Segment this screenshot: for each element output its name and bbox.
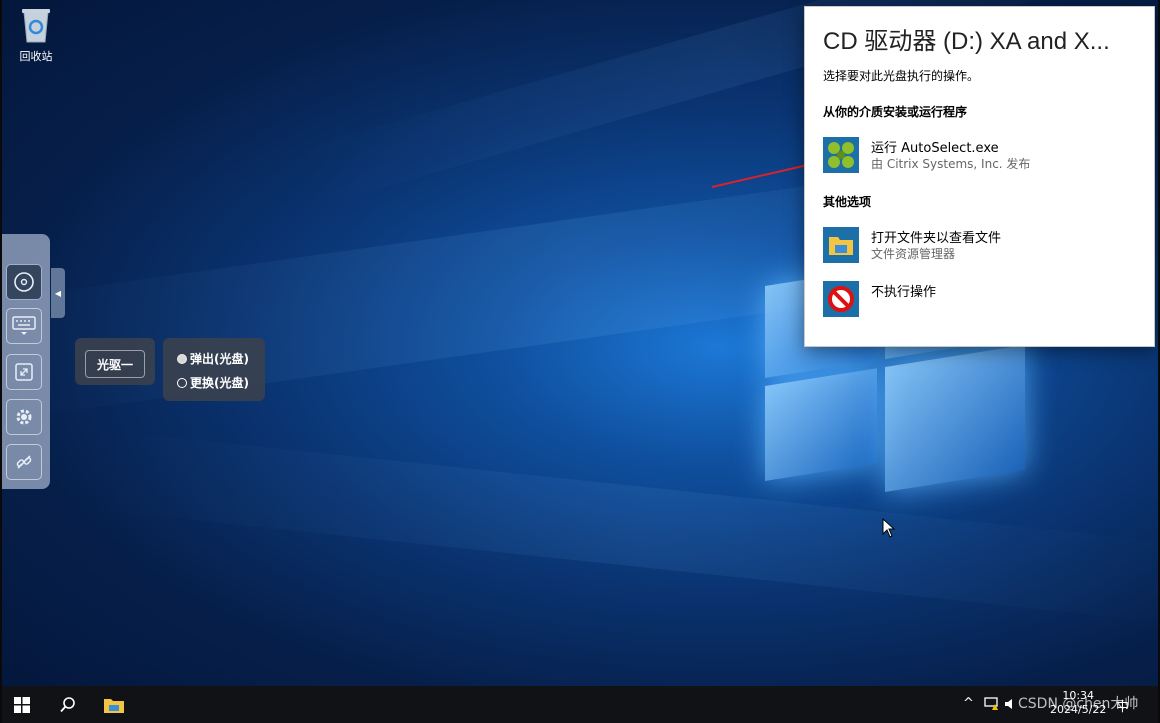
side-toolbar (0, 234, 50, 489)
autoplay-title: CD 驱动器 (D:) XA and X... (823, 28, 1110, 55)
no-action-option[interactable]: 不执行操作 (823, 281, 1143, 321)
disconnect-button[interactable] (6, 444, 42, 480)
tray-overflow-chevron-icon[interactable]: ^ (963, 696, 974, 711)
section-other-heading: 其他选项 (823, 195, 872, 209)
chevron-left-icon: ◀ (54, 288, 62, 298)
no-action-label: 不执行操作 (871, 285, 937, 300)
disc-icon (14, 272, 34, 292)
radio-replace[interactable] (177, 377, 187, 388)
file-explorer-button[interactable] (92, 686, 136, 723)
csdn-watermark: CSDN @chen大帅 (1018, 696, 1139, 712)
citrix-app-icon (823, 137, 859, 173)
section-install-heading: 从你的介质安装或运行程序 (823, 105, 968, 119)
drive-actions-panel: 弹出(光盘) 更换(光盘) (163, 338, 265, 401)
folder-icon (104, 698, 124, 713)
replace-disc-option[interactable]: 更换(光盘) (177, 374, 249, 391)
volume-icon[interactable] (1004, 697, 1018, 711)
taskbar: ^ 10:34 2024/5/22 中 (0, 686, 1160, 723)
settings-button[interactable] (6, 399, 42, 435)
run-autoselect-option[interactable]: 运行 AutoSelect.exe 由 Citrix Systems, Inc.… (823, 137, 1143, 177)
run-autoselect-publisher: 由 Citrix Systems, Inc. 发布 (871, 157, 1031, 171)
run-autoselect-label: 运行 AutoSelect.exe (871, 141, 999, 156)
search-icon (60, 696, 75, 712)
cd-drive-button[interactable] (6, 264, 42, 300)
autoplay-dialog: CD 驱动器 (D:) XA and X... 选择要对此光盘执行的操作。 从你… (804, 6, 1155, 347)
broken-link-icon (16, 455, 32, 469)
keyboard-button[interactable] (6, 308, 42, 344)
autoplay-subtitle: 选择要对此光盘执行的操作。 (823, 69, 980, 83)
replace-disc-label: 更换(光盘) (190, 376, 249, 390)
gear-icon (16, 409, 32, 425)
drive-selector-panel: 光驱一 (75, 338, 155, 385)
network-warning-icon[interactable] (984, 697, 1000, 711)
open-folder-sub: 文件资源管理器 (871, 247, 956, 261)
recycle-bin[interactable]: 回收站 (12, 6, 60, 64)
expand-icon (15, 363, 33, 381)
eject-disc-label: 弹出(光盘) (190, 352, 249, 366)
search-button[interactable] (46, 686, 90, 723)
recycle-bin-label: 回收站 (19, 50, 53, 63)
recycle-bin-icon (20, 6, 52, 44)
no-entry-icon (823, 281, 859, 317)
folder-icon (823, 227, 859, 263)
open-folder-option[interactable]: 打开文件夹以查看文件 文件资源管理器 (823, 227, 1143, 267)
open-folder-label: 打开文件夹以查看文件 (871, 231, 1002, 246)
window-frame-left (0, 0, 2, 723)
drive-select-button[interactable]: 光驱一 (85, 350, 145, 378)
mouse-cursor-icon (882, 518, 896, 538)
windows-start-icon (14, 696, 30, 713)
radio-eject[interactable] (177, 353, 187, 364)
fullscreen-button[interactable] (6, 354, 42, 390)
toolbar-collapse-handle[interactable]: ◀ (51, 268, 65, 318)
eject-disc-option[interactable]: 弹出(光盘) (177, 350, 249, 367)
start-button[interactable] (0, 686, 44, 723)
drive-label: 光驱一 (96, 357, 133, 372)
keyboard-icon (12, 316, 36, 335)
